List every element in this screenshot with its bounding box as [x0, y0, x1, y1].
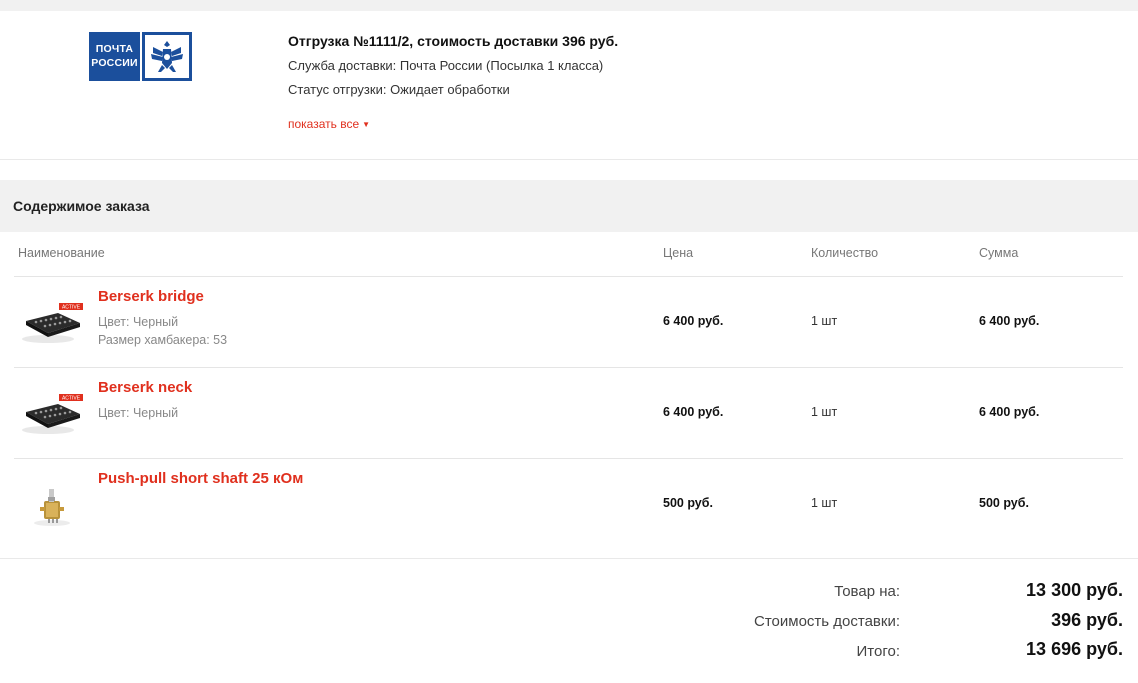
product-attribute: Цвет: Черный	[98, 406, 179, 420]
product-name-link[interactable]: Berserk neck	[98, 379, 192, 396]
item-price: 6 400 руб.	[663, 314, 724, 328]
product-name-link[interactable]: Push-pull short shaft 25 кОм	[98, 470, 303, 487]
product-attribute: Цвет: Черный	[98, 315, 179, 329]
item-price: 500 руб.	[663, 496, 713, 510]
delivery-cost-value: 396 руб.	[1051, 610, 1123, 630]
order-contents-header: Содержимое заказа	[0, 180, 1138, 232]
show-all-label: показать все	[288, 117, 360, 131]
table-row: ACTIVE Berserk neck Цвет: Черный 6 400 р…	[0, 368, 1138, 459]
product-attribute: Размер хамбакера: 53	[98, 333, 228, 347]
show-all-link[interactable]: показать все ▼	[288, 117, 370, 131]
order-contents-title: Содержимое заказа	[13, 198, 150, 214]
eagle-emblem-icon	[142, 32, 192, 81]
shipment-block: ПОЧТА РОССИИ Отгрузка №1111/2, стоимость…	[0, 11, 1138, 160]
humbucker-pickup-icon[interactable]: ACTIVE	[18, 386, 84, 438]
item-price: 6 400 руб.	[663, 405, 724, 419]
product-name-link[interactable]: Berserk bridge	[98, 288, 204, 305]
russian-post-logo: ПОЧТА РОССИИ	[89, 32, 192, 81]
grand-total-label: Итого:	[856, 643, 900, 660]
grand-total-value: 13 696 руб.	[1026, 639, 1123, 659]
item-quantity: 1 шт	[811, 496, 838, 510]
goods-total-label: Товар на:	[834, 583, 900, 600]
item-sum: 500 руб.	[979, 496, 1029, 510]
potentiometer-icon[interactable]	[18, 477, 84, 529]
svg-text:ACTIVE: ACTIVE	[62, 305, 81, 311]
column-header-price: Цена	[663, 246, 694, 260]
item-sum: 6 400 руб.	[979, 405, 1040, 419]
column-header-quantity: Количество	[811, 246, 879, 260]
russian-post-logo-text: ПОЧТА РОССИИ	[89, 32, 140, 81]
totals-divider	[0, 558, 1138, 559]
column-header-name: Наименование	[18, 246, 105, 260]
item-quantity: 1 шт	[811, 405, 838, 419]
caret-down-icon: ▼	[362, 120, 371, 129]
table-row: ACTIVE Berserk bridge Цвет: Черный Разме…	[0, 277, 1138, 368]
shipment-title: Отгрузка №1111/2, стоимость доставки 396…	[288, 33, 619, 49]
delivery-cost-label: Стоимость доставки:	[754, 613, 900, 630]
shipment-status: Статус отгрузки: Ожидает обработки	[288, 82, 510, 97]
table-row: Push-pull short shaft 25 кОм 500 руб. 1 …	[0, 459, 1138, 550]
goods-total-value: 13 300 руб.	[1026, 580, 1123, 600]
column-header-sum: Сумма	[979, 246, 1019, 260]
svg-text:ACTIVE: ACTIVE	[62, 396, 81, 402]
item-sum: 6 400 руб.	[979, 314, 1040, 328]
item-quantity: 1 шт	[811, 314, 838, 328]
humbucker-pickup-icon[interactable]: ACTIVE	[18, 295, 84, 347]
delivery-service: Служба доставки: Почта России (Посылка 1…	[288, 58, 604, 73]
top-strip	[0, 0, 1138, 11]
